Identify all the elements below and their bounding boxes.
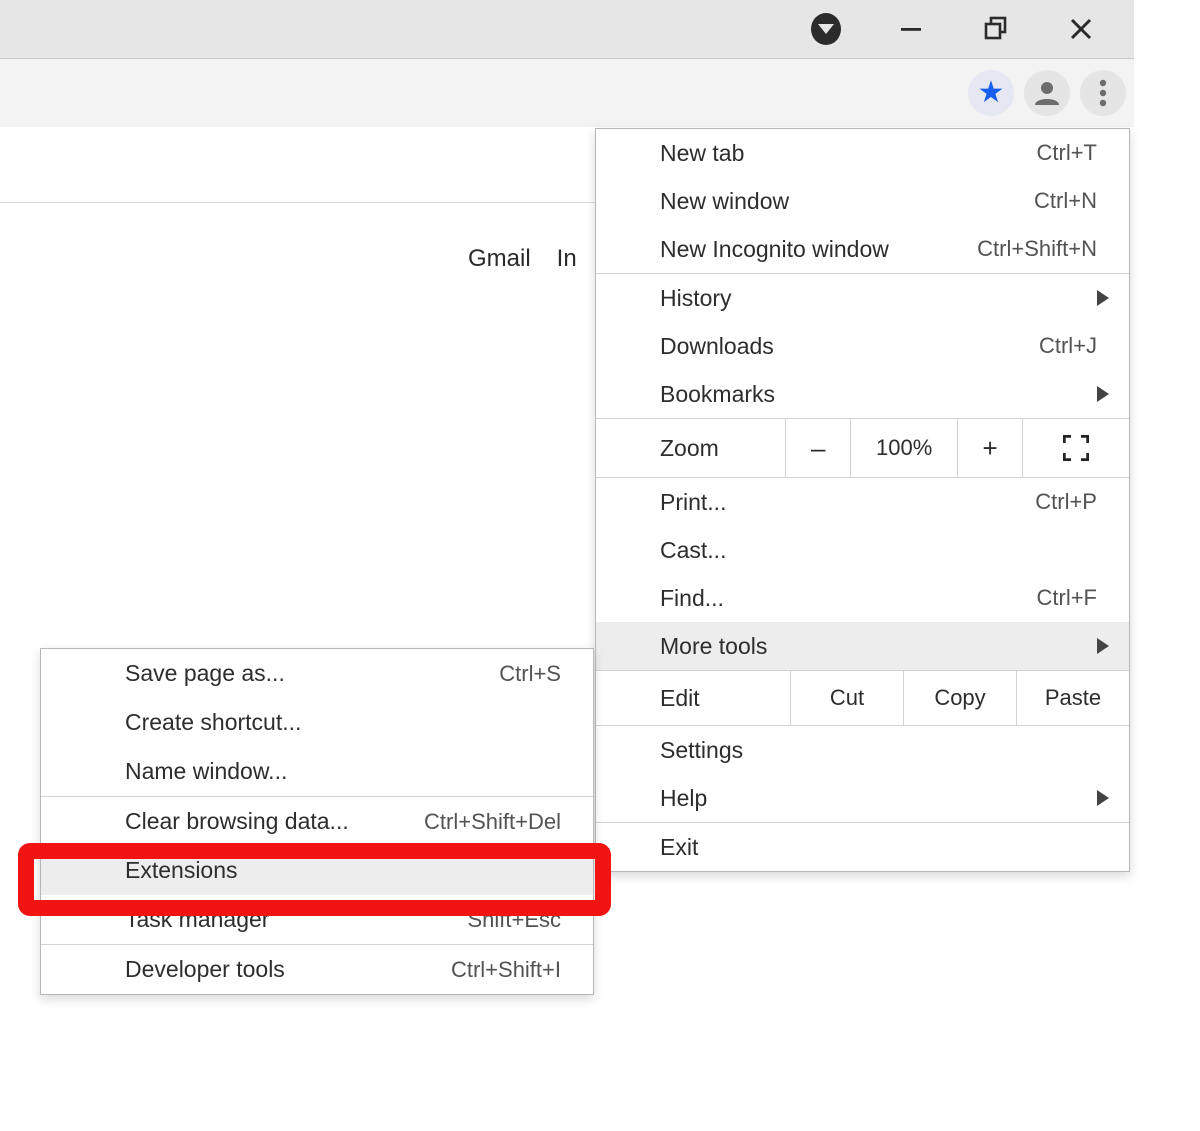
submenu-item-name-window[interactable]: Name window...	[41, 747, 593, 796]
menu-shortcut: Ctrl+N	[1034, 188, 1097, 214]
menu-label: Edit	[596, 685, 790, 712]
menu-label: Find...	[660, 585, 1037, 612]
menu-label: New tab	[660, 140, 1037, 167]
fullscreen-icon	[1063, 435, 1089, 461]
menu-shortcut: Ctrl+Shift+I	[451, 957, 561, 983]
link-gmail[interactable]: Gmail	[468, 245, 531, 273]
menu-item-incognito[interactable]: New Incognito window Ctrl+Shift+N	[596, 225, 1129, 273]
chevron-right-icon	[1097, 790, 1109, 806]
submenu-item-save-page[interactable]: Save page as... Ctrl+S	[41, 649, 593, 698]
link-images-truncated[interactable]: In	[557, 245, 577, 273]
menu-label: New window	[660, 188, 1034, 215]
chevron-right-icon	[1097, 290, 1109, 306]
menu-item-find[interactable]: Find... Ctrl+F	[596, 574, 1129, 622]
edit-paste-button[interactable]: Paste	[1016, 671, 1129, 725]
window-titlebar	[0, 0, 1134, 59]
submenu-item-clear-browsing-data[interactable]: Clear browsing data... Ctrl+Shift+Del	[41, 797, 593, 846]
menu-item-history[interactable]: History	[596, 274, 1129, 322]
submenu-item-task-manager[interactable]: Task manager Shift+Esc	[41, 895, 593, 944]
menu-shortcut: Ctrl+T	[1037, 140, 1098, 166]
zoom-value: 100%	[850, 419, 957, 477]
menu-label: Developer tools	[125, 956, 451, 983]
star-icon: ★	[978, 78, 1005, 108]
submenu-item-developer-tools[interactable]: Developer tools Ctrl+Shift+I	[41, 945, 593, 994]
submenu-item-extensions[interactable]: Extensions	[41, 846, 593, 895]
menu-label: Cast...	[660, 537, 1097, 564]
page-separator	[0, 202, 595, 204]
menu-label: Zoom	[596, 435, 785, 462]
menu-shortcut: Ctrl+F	[1037, 585, 1098, 611]
menu-item-more-tools[interactable]: More tools	[596, 622, 1129, 670]
menu-item-print[interactable]: Print... Ctrl+P	[596, 478, 1129, 526]
menu-item-help[interactable]: Help	[596, 774, 1129, 822]
menu-shortcut: Ctrl+S	[499, 661, 561, 687]
menu-label: History	[660, 285, 1097, 312]
maximize-button[interactable]	[981, 14, 1011, 44]
menu-item-cast[interactable]: Cast...	[596, 526, 1129, 574]
menu-item-bookmarks[interactable]: Bookmarks	[596, 370, 1129, 418]
minimize-button[interactable]	[896, 14, 926, 44]
menu-shortcut: Ctrl+Shift+Del	[424, 809, 561, 835]
downloads-indicator-icon[interactable]	[811, 14, 841, 44]
menu-label: Task manager	[125, 906, 467, 933]
page-quick-links: Gmail In	[468, 245, 577, 273]
menu-label: Help	[660, 785, 1097, 812]
close-button[interactable]	[1066, 14, 1096, 44]
zoom-out-button[interactable]: –	[785, 419, 850, 477]
menu-item-downloads[interactable]: Downloads Ctrl+J	[596, 322, 1129, 370]
menu-item-zoom: Zoom – 100% +	[596, 418, 1129, 478]
menu-label: Create shortcut...	[125, 709, 561, 736]
menu-item-exit[interactable]: Exit	[596, 823, 1129, 871]
browser-toolbar: ★	[0, 59, 1134, 127]
menu-shortcut: Shift+Esc	[467, 907, 561, 933]
menu-label: Settings	[660, 737, 1097, 764]
kebab-menu-button[interactable]	[1080, 70, 1126, 116]
person-icon	[1033, 79, 1061, 107]
menu-label: Clear browsing data...	[125, 808, 424, 835]
menu-shortcut: Ctrl+P	[1035, 489, 1097, 515]
menu-label: Exit	[660, 834, 1097, 861]
fullscreen-button[interactable]	[1022, 419, 1129, 477]
menu-label: More tools	[660, 633, 1097, 660]
bookmark-star-button[interactable]: ★	[968, 70, 1014, 116]
submenu-item-create-shortcut[interactable]: Create shortcut...	[41, 698, 593, 747]
kebab-icon	[1099, 79, 1107, 107]
chevron-right-icon	[1097, 386, 1109, 402]
menu-item-new-window[interactable]: New window Ctrl+N	[596, 177, 1129, 225]
menu-item-edit-row: Edit Cut Copy Paste	[596, 670, 1129, 726]
more-tools-submenu: Save page as... Ctrl+S Create shortcut..…	[40, 648, 594, 995]
chrome-main-menu: New tab Ctrl+T New window Ctrl+N New Inc…	[595, 128, 1130, 872]
zoom-in-button[interactable]: +	[957, 419, 1022, 477]
edit-copy-button[interactable]: Copy	[903, 671, 1016, 725]
profile-avatar-button[interactable]	[1024, 70, 1070, 116]
menu-shortcut: Ctrl+J	[1039, 333, 1097, 359]
menu-label: Name window...	[125, 758, 561, 785]
menu-item-settings[interactable]: Settings	[596, 726, 1129, 774]
chevron-right-icon	[1097, 638, 1109, 654]
menu-label: Downloads	[660, 333, 1039, 360]
menu-label: Print...	[660, 489, 1035, 516]
edit-cut-button[interactable]: Cut	[790, 671, 903, 725]
menu-shortcut: Ctrl+Shift+N	[977, 236, 1097, 262]
menu-label: New Incognito window	[660, 236, 977, 263]
menu-label: Bookmarks	[660, 381, 1097, 408]
menu-label: Save page as...	[125, 660, 499, 687]
menu-label: Extensions	[125, 857, 561, 884]
menu-item-new-tab[interactable]: New tab Ctrl+T	[596, 129, 1129, 177]
